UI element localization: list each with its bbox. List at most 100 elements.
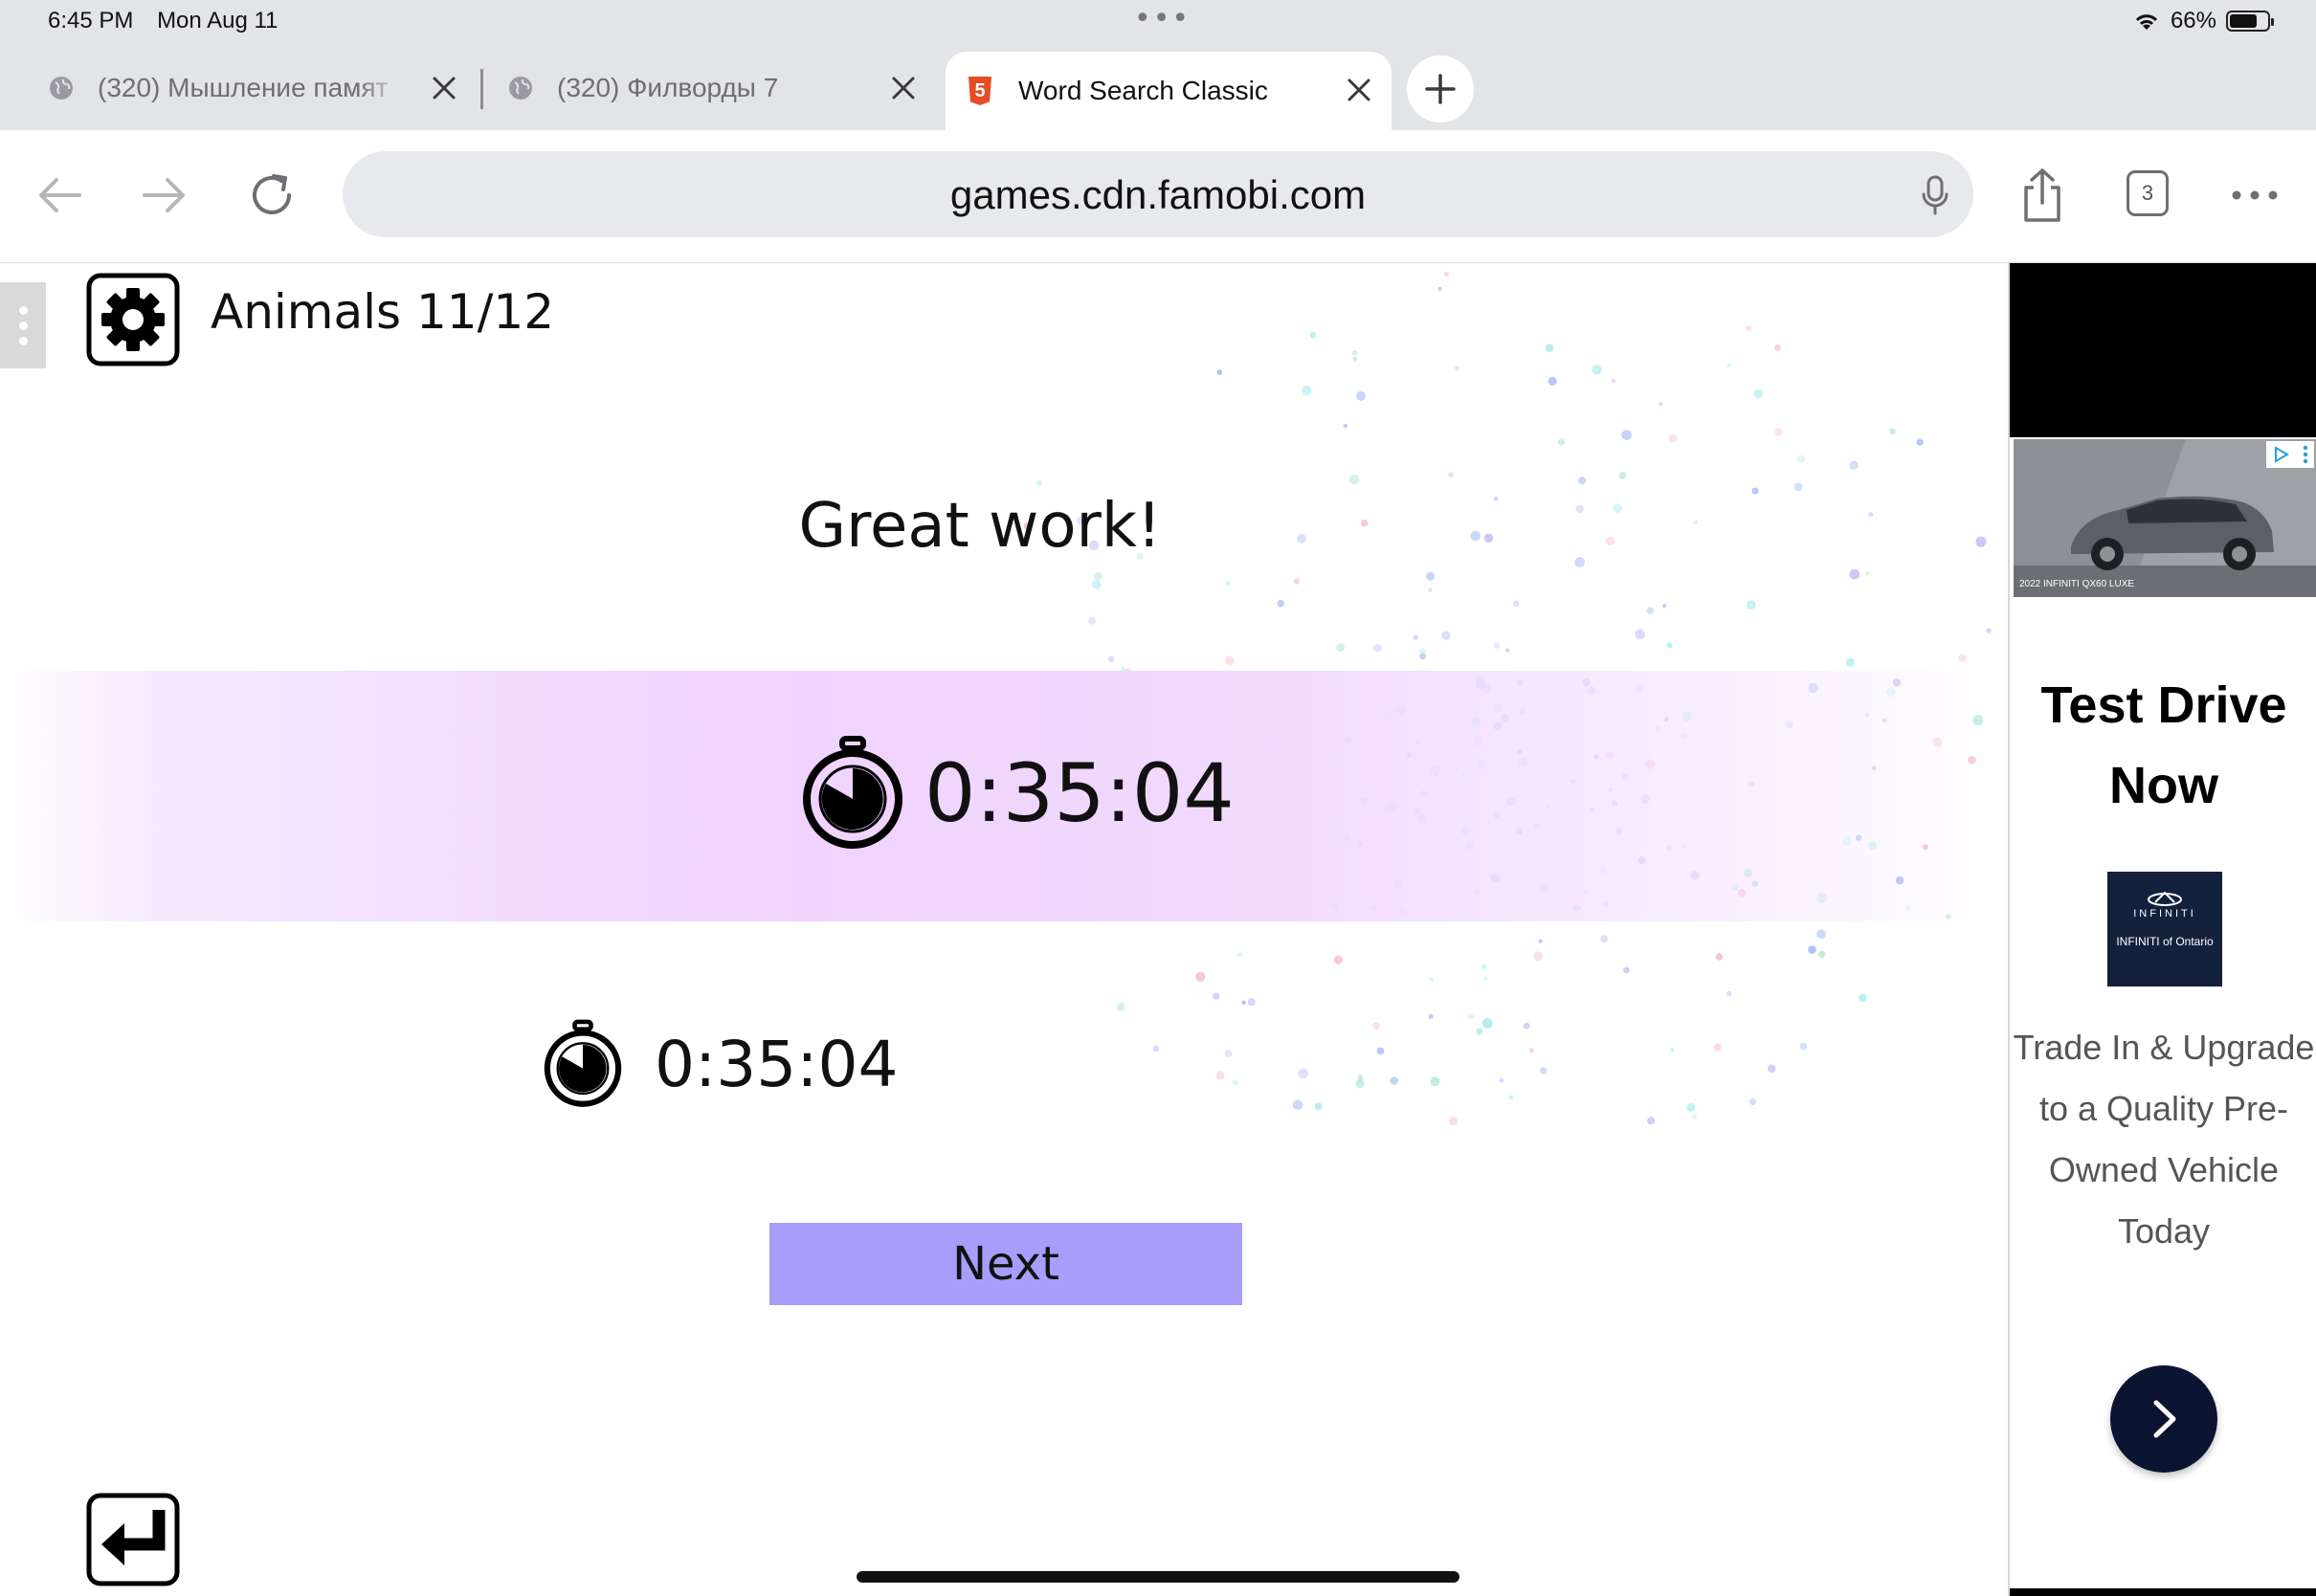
more-icon [2232,190,2278,200]
sparkle-particle [1467,1013,1474,1020]
logo-brand: INFINITI [2133,908,2196,920]
sparkle-particle [1236,952,1242,957]
sparkle-particle [1916,438,1924,446]
sparkle-particle [1889,428,1896,435]
ad-headline[interactable]: Test Drive Now [2010,665,2316,826]
tab-1[interactable]: (320) Мышление памят [48,52,469,124]
settings-button[interactable] [86,273,180,366]
sparkle-particle [1348,474,1360,485]
sparkle-particle [1088,616,1096,625]
sparkle-particle [1611,378,1616,384]
share-button[interactable] [2014,166,2071,224]
home-indicator[interactable] [857,1571,1459,1583]
sparkle-particle [1443,271,1450,277]
sparkle-particle [1578,477,1587,485]
sparkle-particle [1428,1013,1434,1019]
browser-toolbar: games.cdn.famobi.com 3 [0,130,2316,263]
sparkle-particle [1592,365,1602,375]
globe-icon [50,77,73,100]
sparkle-particle [1413,634,1418,640]
sparkle-particle [1430,1076,1440,1087]
sparkle-particle [1523,1022,1530,1030]
sparkle-particle [1493,642,1501,650]
ad-sidebar: 2022 INFINITI QX60 LUXE Test Drive Now I… [2008,263,2316,1596]
forward-arrow-icon [143,178,185,212]
sparkle-particle [1746,325,1751,331]
mic-icon[interactable] [1920,174,1950,216]
sparkle-particle [1859,993,1867,1003]
gear-icon [86,273,180,366]
best-time-value: 0:35:04 [655,1027,899,1101]
ad-image-caption: 2022 INFINITI QX60 LUXE [2019,579,2135,589]
sparkle-particle [1746,600,1756,610]
sparkle-particle [1646,607,1655,614]
sparkle-particle [1749,1097,1757,1106]
next-button[interactable]: Next [769,1223,1242,1305]
sparkle-particle [1647,1117,1656,1125]
forward-button[interactable] [136,166,193,224]
sparkle-particle [1512,600,1520,608]
sparkle-particle [1713,1043,1722,1052]
tab-2[interactable]: (320) Филворды 7 [507,52,928,124]
address-bar[interactable]: games.cdn.famobi.com [343,151,1973,237]
status-bar: 6:45 PM Mon Aug 11 ••• 66% [0,0,2316,48]
sparkle-particle [1816,929,1826,940]
adchoices-icon [2274,446,2289,463]
sparkle-particle [1774,344,1781,351]
sparkle-particle [1336,643,1346,653]
level-label: Animals 11/12 [211,284,555,340]
new-tab-button[interactable] [1407,55,1474,122]
reload-button[interactable] [243,166,301,224]
close-icon[interactable] [1342,73,1376,107]
sparkle-particle [1715,953,1724,961]
sparkle-particle [1508,1095,1514,1100]
confetti-particles [1017,271,1992,1126]
tab-count-label: 3 [2141,181,2154,205]
url-text: games.cdn.famobi.com [949,172,1367,217]
sparkle-particle [1505,648,1510,653]
sparkle-particle [1426,571,1436,581]
return-button[interactable] [86,1493,180,1586]
wifi-icon [2135,14,2158,30]
ad-car-image[interactable]: 2022 INFINITI QX60 LUXE [2014,439,2316,597]
back-arrow-icon [39,178,81,212]
sparkle-particle [1372,1021,1381,1031]
tab-overview-button[interactable]: 3 [2127,170,2169,216]
back-button[interactable] [31,166,88,224]
battery-percent: 66% [2170,8,2216,33]
sparkle-particle [1635,629,1645,639]
sparkle-particle [1195,971,1206,982]
side-menu-handle[interactable] [0,282,46,368]
status-clock: 6:45 PM Mon Aug 11 [48,8,295,34]
multitasking-dots-icon[interactable]: ••• [1134,5,1191,33]
more-button[interactable] [2226,166,2283,224]
infiniti-logo[interactable]: INFINITI INFINITI of Ontario [2107,872,2222,986]
sparkle-particle [1333,955,1344,964]
close-icon[interactable] [886,71,921,105]
sparkle-particle [1849,460,1859,470]
sparkle-particle [1372,643,1382,653]
infiniti-emblem-icon [2148,891,2182,906]
ad-choices-badge[interactable] [2266,441,2314,468]
sparkle-particle [1662,604,1667,609]
ad-cta-button[interactable] [2110,1365,2217,1473]
plus-icon [1425,74,1456,104]
sparkle-particle [1668,433,1678,443]
sparkle-particle [1224,1050,1233,1058]
tab-3-active[interactable]: 5 Word Search Classic [946,52,1392,130]
sparkle-particle [1686,1103,1696,1112]
sparkle-particle [1774,428,1783,436]
sparkle-particle [1216,369,1223,375]
sparkle-particle [1441,631,1451,640]
reload-icon [253,174,291,214]
sparkle-particle [1600,935,1608,943]
close-icon[interactable] [427,71,461,105]
sparkle-particle [1659,402,1663,407]
sparkle-particle [1533,951,1544,962]
html5-icon: 5 [969,77,991,105]
status-date: Mon Aug 11 [157,8,278,33]
chevron-right-icon [2153,1400,2176,1438]
sparkle-particle [1292,1099,1303,1110]
sparkle-particle [1419,648,1427,655]
sparkle-particle [1691,1114,1698,1119]
